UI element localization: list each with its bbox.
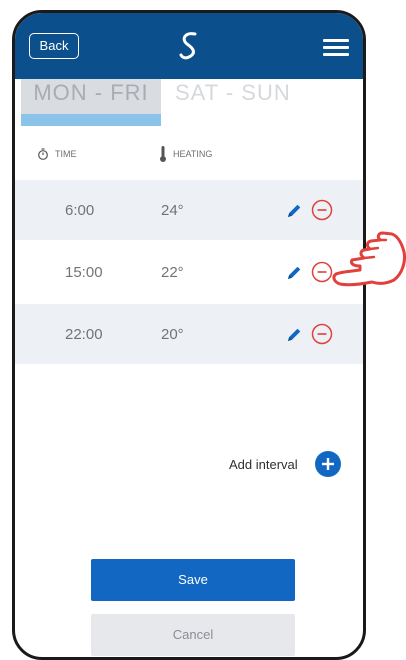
tab-mon-fri[interactable]: MON - FRI: [21, 79, 161, 114]
interval-time: 15:00: [65, 264, 103, 281]
pencil-icon[interactable]: [285, 264, 303, 282]
stopwatch-icon: [38, 148, 48, 160]
interval-temperature: 22°: [161, 264, 184, 281]
interval-row: 6:00 24°: [15, 180, 363, 240]
interval-row: 22:00 20°: [15, 304, 363, 364]
column-label-time: TIME: [55, 149, 77, 159]
thermometer-icon: [160, 146, 166, 162]
interval-temperature: 20°: [161, 326, 184, 343]
top-bar: Back: [15, 13, 363, 79]
salus-logo-icon: [179, 32, 197, 60]
phone-frame: Back MON - FRI SAT - SUN TIME HEATING 6:…: [12, 10, 366, 660]
interval-row: 15:00 22°: [15, 242, 363, 302]
pencil-icon[interactable]: [285, 326, 303, 344]
pencil-icon[interactable]: [285, 202, 303, 220]
tab-sat-sun[interactable]: SAT - SUN: [175, 79, 315, 114]
interval-temperature: 24°: [161, 202, 184, 219]
active-tab-indicator: [21, 114, 161, 126]
pointing-hand-icon: [332, 231, 406, 287]
back-button[interactable]: Back: [29, 33, 79, 59]
save-button[interactable]: Save: [91, 559, 295, 601]
column-header-heating: HEATING: [159, 144, 212, 164]
day-tabs: MON - FRI SAT - SUN: [15, 79, 363, 126]
remove-interval-icon[interactable]: [311, 199, 333, 221]
cancel-button[interactable]: Cancel: [91, 614, 295, 656]
column-header-time: TIME: [37, 144, 77, 164]
hamburger-menu-icon[interactable]: [323, 39, 349, 57]
column-label-heating: HEATING: [173, 149, 213, 159]
interval-time: 22:00: [65, 326, 103, 343]
add-interval-plus-icon[interactable]: [315, 451, 341, 477]
remove-interval-icon[interactable]: [311, 323, 333, 345]
add-interval-label[interactable]: Add interval: [229, 457, 298, 472]
interval-time: 6:00: [65, 202, 95, 219]
